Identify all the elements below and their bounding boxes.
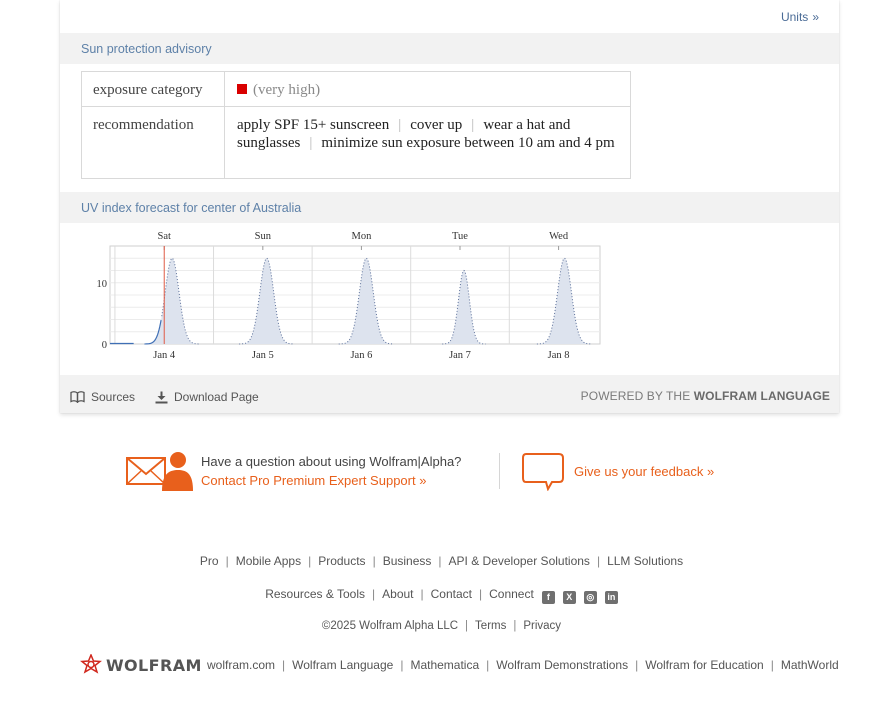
- uv-forecast-header: UV index forecast for center of Australi…: [60, 192, 839, 223]
- chevron-right-icon: »: [812, 10, 819, 24]
- footer-link-pro[interactable]: Pro: [200, 554, 219, 568]
- footer-link-terms[interactable]: Terms: [475, 620, 506, 632]
- separator: |: [420, 587, 424, 601]
- exposure-category-label: exposure category: [81, 71, 225, 107]
- y-tick-label: 0: [102, 340, 107, 351]
- footer-link-business[interactable]: Business: [383, 554, 432, 568]
- recommendation-value: apply SPF 15+ sunscreen | cover up | wear a …: [224, 106, 631, 179]
- separator: |: [225, 554, 229, 568]
- support-text: Have a question about using Wolfram|Alph…: [201, 454, 461, 488]
- separator: |: [486, 658, 490, 672]
- footer-link-llm[interactable]: LLM Solutions: [607, 554, 683, 568]
- bottom-bar: WOLFRAM wolfram.com | Wolfram Language | Mat…: [80, 654, 839, 678]
- copyright-text: ©2025 Wolfram Alpha LLC: [321, 620, 459, 632]
- top-tick-label: Tue: [452, 231, 468, 242]
- recommendation-item: apply SPF 15+ sunscreen: [237, 117, 390, 133]
- linkedin-icon[interactable]: in: [604, 591, 618, 604]
- footer-link-api[interactable]: API & Developer Solutions: [449, 554, 590, 568]
- units-link[interactable]: Units»: [781, 10, 819, 24]
- link-wolfram-com[interactable]: wolfram.com: [207, 658, 275, 672]
- x-icon[interactable]: X: [562, 591, 576, 604]
- top-tick-label: Sun: [255, 231, 272, 242]
- download-page-button[interactable]: Download Page: [155, 390, 259, 404]
- feedback-link[interactable]: Give us your feedback »: [574, 464, 714, 479]
- recommendation-item: cover up: [410, 117, 463, 133]
- link-wolfram-demonstrations[interactable]: Wolfram Demonstrations: [496, 658, 628, 672]
- top-tick-label: Sat: [158, 231, 172, 242]
- separator: |: [438, 554, 442, 568]
- footer-link-mobile-apps[interactable]: Mobile Apps: [236, 554, 301, 568]
- divider: [499, 453, 500, 489]
- wolfram-spikey-icon: [80, 654, 102, 674]
- link-wolfram-education[interactable]: Wolfram for Education: [645, 658, 764, 672]
- separator: |: [282, 658, 286, 672]
- table-row: recommendation apply SPF 15+ sunscreen | c…: [81, 106, 631, 179]
- top-tick-label: Mon: [351, 231, 372, 242]
- separator: |: [596, 554, 601, 568]
- recommendation-separator: |: [471, 117, 475, 133]
- result-card: Units» Sun protection advisory exposure …: [60, 0, 839, 413]
- footer-links-row-3: ©2025 Wolfram Alpha LLC | Terms | Privacy: [0, 620, 883, 632]
- link-wolfram-language[interactable]: Wolfram Language: [292, 658, 393, 672]
- sun-protection-header: Sun protection advisory: [60, 33, 839, 64]
- bottom-tick-label: Jan 6: [350, 350, 372, 361]
- powered-by-wolfram-language[interactable]: POWERED BY THE WOLFRAM LANGUAGE: [581, 389, 830, 403]
- footer-link-products[interactable]: Products: [318, 554, 365, 568]
- bottom-tick-label: Jan 5: [252, 350, 274, 361]
- facebook-icon[interactable]: f: [541, 591, 555, 604]
- y-tick-label: 10: [97, 279, 108, 290]
- powered-prefix: POWERED BY THE: [580, 389, 691, 403]
- speech-bubble-icon: [522, 453, 564, 492]
- separator: |: [308, 554, 312, 568]
- bottom-tick-label: Jan 7: [449, 350, 471, 361]
- footer-link-contact[interactable]: Contact: [431, 587, 472, 601]
- recommendation-separator: |: [398, 117, 402, 133]
- units-label: Units: [780, 10, 809, 24]
- wolfram-logo[interactable]: WOLFRAM: [80, 654, 202, 676]
- separator: |: [478, 587, 483, 601]
- footer-link-connect: Connect: [489, 587, 534, 601]
- footer-link-resources[interactable]: Resources & Tools: [265, 587, 365, 601]
- footer-link-about[interactable]: About: [382, 587, 413, 601]
- separator: |: [372, 554, 376, 568]
- feedback-block: Give us your feedback »: [522, 453, 714, 496]
- footer-link-privacy[interactable]: Privacy: [523, 620, 561, 632]
- link-mathematica[interactable]: Mathematica: [410, 658, 479, 672]
- recommendation-label: recommendation: [81, 106, 225, 179]
- separator: |: [635, 658, 639, 672]
- expert-support-block: Have a question about using Wolfram|Alph…: [126, 450, 461, 497]
- link-mathworld[interactable]: MathWorld: [781, 658, 839, 672]
- expert-support-link[interactable]: Contact Pro Premium Expert Support »: [201, 473, 461, 488]
- footer-links-row-1: Pro | Mobile Apps | Products | Business | API & …: [0, 554, 883, 568]
- exposure-level-text: (very high): [253, 82, 321, 98]
- support-question: Have a question about using Wolfram|Alph…: [201, 454, 462, 469]
- top-tick-label: Wed: [549, 231, 569, 242]
- book-icon: [70, 391, 85, 403]
- mail-person-icon: [126, 452, 193, 491]
- download-icon: [155, 391, 168, 403]
- sun-protection-table: exposure category (very high) recommenda…: [81, 71, 631, 179]
- separator: |: [465, 620, 469, 632]
- powered-brand: WOLFRAM LANGUAGE: [693, 389, 830, 403]
- separator: |: [513, 620, 517, 632]
- sources-button[interactable]: Sources: [70, 390, 135, 404]
- recommendation-item: minimize sun exposure between 10 am and …: [321, 135, 615, 151]
- exposure-category-value: (very high): [224, 71, 631, 107]
- table-row: exposure category (very high): [81, 71, 631, 107]
- separator: |: [372, 587, 376, 601]
- instagram-icon[interactable]: ◎: [583, 591, 597, 604]
- exposure-color-swatch: [237, 84, 247, 94]
- bottom-tick-label: Jan 8: [548, 350, 570, 361]
- bottom-links: wolfram.com | Wolfram Language | Mathematica…: [207, 658, 839, 672]
- separator: |: [770, 658, 774, 672]
- uv-forecast-chart: 0 10 Sat Sun Mon Tue Wed Jan 4 Jan 5 Jan 6 Jan 7 Ja…: [97, 231, 601, 361]
- wolfram-logo-text: WOLFRAM: [106, 655, 202, 675]
- bottom-tick-label: Jan 4: [153, 350, 176, 361]
- footer-links-row-2: Resources & Tools | About | Contact | Connect f…: [0, 587, 883, 604]
- recommendation-separator: |: [309, 135, 313, 151]
- sources-label: Sources: [91, 390, 136, 404]
- download-label: Download Page: [174, 390, 259, 404]
- separator: |: [400, 658, 404, 672]
- pod-footer-bar: Sources Download Page POWERED BY THE WOL…: [60, 375, 839, 413]
